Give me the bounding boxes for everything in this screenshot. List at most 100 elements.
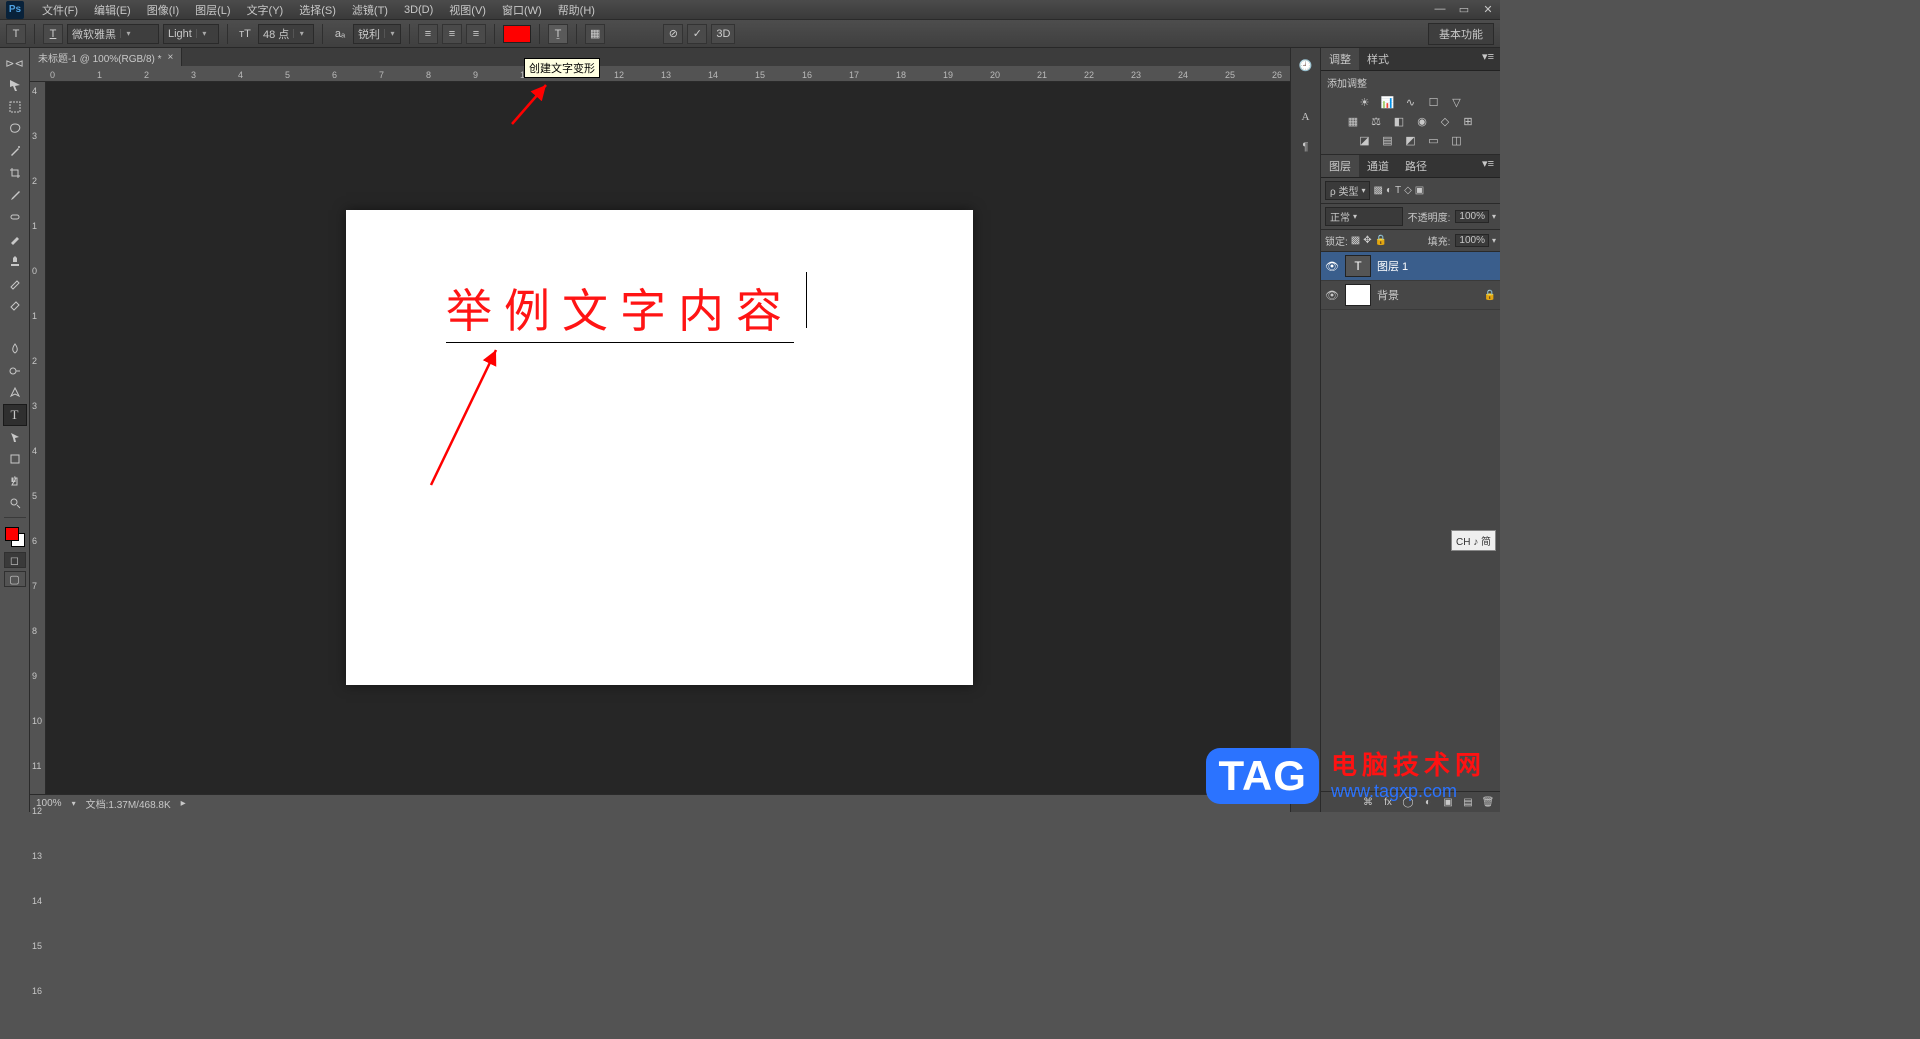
balance-icon[interactable]: ⚖ — [1367, 113, 1385, 129]
character-panel-button[interactable]: ▦ — [585, 24, 605, 44]
chevron-down-icon[interactable]: ▾ — [72, 799, 76, 808]
font-size-select[interactable]: 48 点 ▾ — [258, 24, 314, 44]
font-family-select[interactable]: 微软雅黑 ▾ — [67, 24, 159, 44]
levels-icon[interactable]: 📊 — [1379, 94, 1397, 110]
posterize-icon[interactable]: ▤ — [1379, 132, 1397, 148]
layer-name[interactable]: 图层 1 — [1377, 258, 1408, 274]
map-icon[interactable]: ▭ — [1425, 132, 1443, 148]
path-select-tool[interactable] — [3, 426, 27, 448]
text-orientation-toggle[interactable]: T — [43, 24, 63, 44]
wand-tool[interactable] — [3, 140, 27, 162]
hand-tool[interactable] — [3, 470, 27, 492]
br ush-tool[interactable] — [3, 228, 27, 250]
marquee-tool[interactable] — [3, 96, 27, 118]
move-tool[interactable] — [3, 74, 27, 96]
workspace-switcher[interactable]: 基本功能 — [1428, 23, 1494, 45]
align-right-button[interactable]: ≡ — [466, 24, 486, 44]
screenmode-toggle[interactable]: ▢ — [4, 571, 26, 587]
visibility-icon[interactable]: 👁 — [1325, 260, 1339, 273]
collapse-icon[interactable]: ⊳⊲ — [3, 52, 27, 74]
menu-file[interactable]: 文件(F) — [34, 0, 86, 21]
blend-mode-select[interactable]: 正常▾ — [1325, 207, 1403, 226]
menu-3d[interactable]: 3D(D) — [396, 1, 441, 19]
curves-icon[interactable]: ∿ — [1402, 94, 1420, 110]
mixer-icon[interactable]: ◇ — [1436, 113, 1454, 129]
canvas[interactable]: 举例文字内容 — [346, 210, 973, 685]
filter-smart-icon[interactable]: ▣ — [1415, 185, 1424, 196]
hue-icon[interactable]: ▦ — [1344, 113, 1362, 129]
menu-help[interactable]: 帮助(H) — [550, 0, 603, 21]
layer-kind-filter[interactable]: ρ 类型▾ — [1325, 181, 1370, 200]
filter-shape-icon[interactable]: ◇ — [1404, 185, 1412, 196]
shape-tool[interactable] — [3, 448, 27, 470]
tab-paths[interactable]: 路径 — [1397, 155, 1435, 177]
pen-tool[interactable] — [3, 382, 27, 404]
layer-name[interactable]: 背景 — [1377, 287, 1399, 303]
document-tab[interactable]: 未标题-1 @ 100%(RGB/8) * × — [30, 48, 182, 67]
text-color-swatch[interactable] — [503, 25, 531, 43]
eyedropper-tool[interactable] — [3, 184, 27, 206]
menu-view[interactable]: 视图(V) — [441, 0, 494, 21]
canvas-text[interactable]: 举例文字内容 — [446, 275, 794, 343]
align-left-button[interactable]: ≡ — [418, 24, 438, 44]
tab-channels[interactable]: 通道 — [1359, 155, 1397, 177]
dodge-tool[interactable] — [3, 360, 27, 382]
antialias-select[interactable]: 锐利 ▾ — [353, 24, 401, 44]
tab-adjustments[interactable]: 调整 — [1321, 48, 1359, 70]
blur-tool[interactable] — [3, 338, 27, 360]
window-close[interactable]: ✕ — [1476, 3, 1500, 16]
gradient-tool[interactable] — [3, 316, 27, 338]
commit-edit-button[interactable]: ✓ — [687, 24, 707, 44]
window-maximize[interactable]: ▭ — [1452, 3, 1476, 16]
photo-filter-icon[interactable]: ◉ — [1413, 113, 1431, 129]
canvas-stage[interactable]: 举例文字内容 — [46, 82, 1290, 794]
cancel-edit-button[interactable]: ⊘ — [663, 24, 683, 44]
visibility-icon[interactable]: 👁 — [1325, 289, 1339, 302]
panel-menu-icon[interactable]: ▾≡ — [1476, 155, 1500, 177]
menu-edit[interactable]: 编辑(E) — [86, 0, 139, 21]
lookup-icon[interactable]: ⊞ — [1459, 113, 1477, 129]
menu-filter[interactable]: 滤镜(T) — [344, 0, 396, 21]
layer-row[interactable]: 👁 背景 🔒 — [1321, 281, 1500, 310]
lock-pixels-icon[interactable]: ▩ — [1351, 235, 1360, 246]
tab-styles[interactable]: 样式 — [1359, 48, 1397, 70]
quickmask-toggle[interactable]: ◻ — [4, 552, 26, 568]
vibrance-icon[interactable]: ▽ — [1448, 94, 1466, 110]
opacity-value[interactable]: 100% — [1455, 210, 1489, 223]
align-center-button[interactable]: ≡ — [442, 24, 462, 44]
threshold-icon[interactable]: ◩ — [1402, 132, 1420, 148]
lasso-tool[interactable] — [3, 118, 27, 140]
menu-image[interactable]: 图像(I) — [139, 0, 187, 21]
fg-bg-color[interactable] — [3, 525, 27, 549]
menu-window[interactable]: 窗口(W) — [494, 0, 550, 21]
panel-menu-icon[interactable]: ▾≡ — [1476, 48, 1500, 70]
lock-all-icon[interactable]: 🔒 — [1375, 235, 1387, 246]
brightness-icon[interactable]: ☀ — [1356, 94, 1374, 110]
bw-icon[interactable]: ◧ — [1390, 113, 1408, 129]
lock-position-icon[interactable]: ✥ — [1363, 235, 1371, 246]
menu-layer[interactable]: 图层(L) — [187, 0, 238, 21]
history-icon[interactable]: 🕘 — [1295, 54, 1317, 76]
selective-icon[interactable]: ◫ — [1448, 132, 1466, 148]
menu-type[interactable]: 文字(Y) — [239, 0, 292, 21]
type-tool[interactable]: T — [3, 404, 27, 426]
filter-adjust-icon[interactable]: ◐ — [1386, 185, 1392, 196]
layer-row[interactable]: 👁 T 图层 1 — [1321, 252, 1500, 281]
type-tool-preset[interactable]: T — [6, 24, 26, 44]
close-icon[interactable]: × — [168, 52, 174, 63]
exposure-icon[interactable]: ☐ — [1425, 94, 1443, 110]
3d-button[interactable]: 3D — [711, 24, 735, 44]
stamp-tool[interactable] — [3, 250, 27, 272]
eraser-tool[interactable] — [3, 294, 27, 316]
filter-type-icon[interactable]: T — [1395, 185, 1401, 196]
fill-value[interactable]: 100% — [1455, 234, 1489, 247]
healing-tool[interactable] — [3, 206, 27, 228]
invert-icon[interactable]: ◪ — [1356, 132, 1374, 148]
window-minimize[interactable]: — — [1428, 3, 1452, 16]
history-brush-tool[interactable] — [3, 272, 27, 294]
chevron-right-icon[interactable]: ▸ — [181, 798, 186, 809]
paragraph-icon[interactable]: ¶ — [1295, 136, 1317, 158]
zoom-tool[interactable] — [3, 492, 27, 514]
warp-text-button[interactable]: Ṯ — [548, 24, 568, 44]
fg-color-swatch[interactable] — [5, 527, 19, 541]
